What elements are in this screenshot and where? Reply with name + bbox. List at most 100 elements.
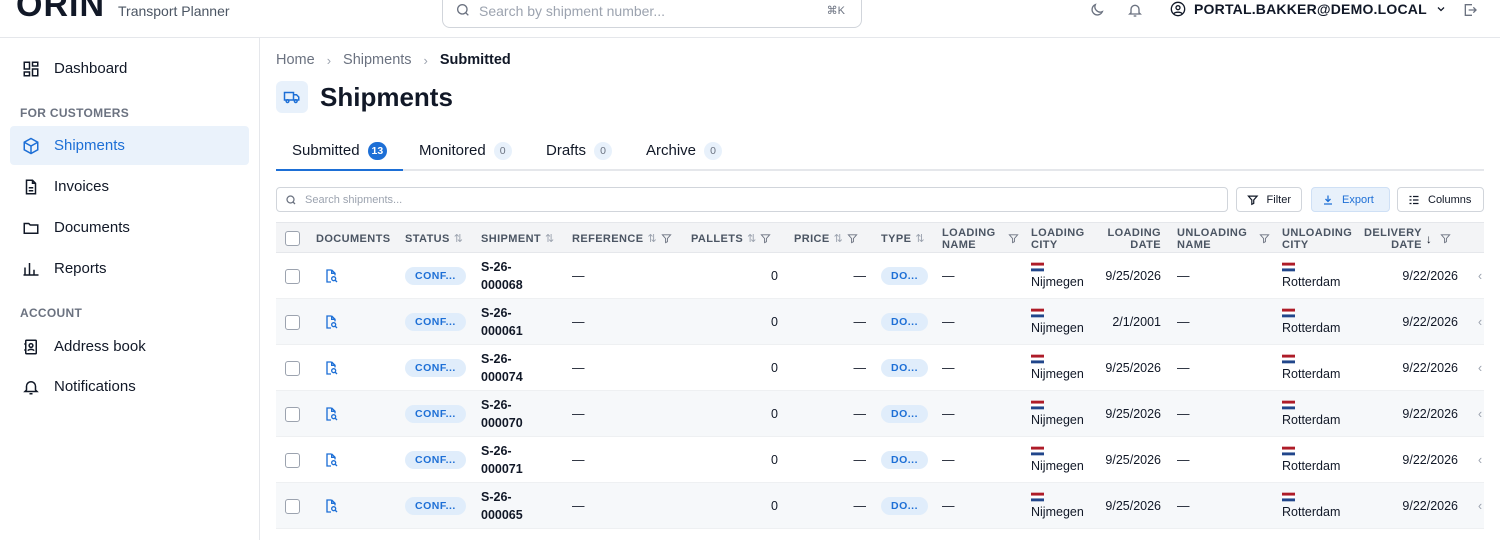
col-pallets[interactable]: PALLETS ⇅: [691, 223, 771, 254]
user-menu[interactable]: PORTAL.BAKKER@DEMO.LOCAL: [1170, 1, 1447, 17]
shipment-number-prefix: S-26-: [481, 444, 512, 458]
document-search-icon[interactable]: [323, 360, 339, 376]
sidebar-item-dashboard[interactable]: Dashboard: [10, 49, 249, 88]
netherlands-flag-icon: [1031, 354, 1044, 364]
document-search-icon[interactable]: [323, 498, 339, 514]
col-unloading-name[interactable]: UNLOADING NAME: [1177, 223, 1270, 254]
document-search-icon[interactable]: [323, 268, 339, 284]
bell-icon[interactable]: [1127, 2, 1143, 18]
document-search-icon[interactable]: [323, 406, 339, 422]
sort-icon[interactable]: ⇅: [545, 233, 554, 245]
col-loading-city[interactable]: LOADING CITY: [1031, 223, 1085, 254]
col-unloading-city[interactable]: UNLOADING CITY: [1282, 223, 1352, 254]
col-loading-name[interactable]: LOADING NAME: [942, 223, 1019, 254]
filter-button[interactable]: Filter: [1236, 187, 1302, 212]
sidebar-item-invoices[interactable]: Invoices: [10, 167, 249, 206]
row-shipment[interactable]: S-26- 000074: [481, 345, 523, 391]
row-shipment[interactable]: S-26- 000065: [481, 483, 523, 529]
col-delivery-date[interactable]: DELIVERY DATE ↓: [1364, 223, 1451, 254]
sort-icon[interactable]: ⇅: [915, 233, 924, 245]
sidebar-item-reports[interactable]: Reports: [10, 249, 249, 288]
row-checkbox[interactable]: [285, 299, 300, 345]
filter-icon[interactable]: [1007, 233, 1019, 244]
filter-icon[interactable]: [661, 233, 672, 244]
tab-drafts[interactable]: Drafts 0: [546, 138, 613, 171]
row-delivery-date: 9/22/2026: [1402, 315, 1458, 329]
shipment-number-suffix: 000061: [481, 324, 523, 338]
sidebar-item-documents[interactable]: Documents: [10, 208, 249, 247]
document-search-icon[interactable]: [323, 314, 339, 330]
col-loading-date[interactable]: LOADING DATE: [1096, 223, 1161, 254]
col-label-line: LOADING: [1031, 226, 1085, 239]
sidebar-item-shipments[interactable]: Shipments: [10, 126, 249, 165]
shipment-number-suffix: 000065: [481, 508, 523, 522]
row-documents: [323, 391, 339, 437]
columns-button[interactable]: Columns: [1397, 187, 1484, 212]
shipments-search-input[interactable]: Search shipments...: [276, 187, 1228, 212]
row-shipment[interactable]: S-26- 000061: [481, 299, 523, 345]
row-actions-icon[interactable]: ‹: [1478, 391, 1482, 437]
row-shipment[interactable]: S-26- 000068: [481, 253, 523, 299]
top-bar: ORIN Transport Planner Search by shipmen…: [0, 0, 1500, 38]
filter-icon[interactable]: [847, 233, 858, 244]
breadcrumb-shipments[interactable]: Shipments: [343, 52, 412, 68]
col-type[interactable]: TYPE ⇅: [881, 223, 925, 254]
tab-archive[interactable]: Archive 0: [646, 138, 723, 171]
sort-icon[interactable]: ⇅: [834, 233, 843, 245]
col-label: PALLETS: [691, 232, 744, 245]
row-actions-icon[interactable]: ‹: [1478, 437, 1482, 483]
row-checkbox[interactable]: [285, 391, 300, 437]
sort-icon[interactable]: ⇅: [454, 233, 463, 245]
sort-icon[interactable]: ⇅: [747, 233, 756, 245]
global-search[interactable]: Search by shipment number... ⌘K: [442, 0, 862, 28]
export-button[interactable]: Export: [1311, 187, 1390, 212]
row-shipment[interactable]: S-26- 000070: [481, 391, 523, 437]
netherlands-flag-icon: [1031, 308, 1044, 318]
col-reference[interactable]: REFERENCE ⇅: [572, 223, 672, 254]
unloading-city-name: Rotterdam: [1282, 321, 1341, 335]
table-row[interactable]: CONF... S-26- 000065 — 0 — DO... — Nijmegen 9/25/…: [276, 483, 1484, 529]
col-label: LOADING CITY: [1031, 227, 1085, 251]
filter-icon[interactable]: [1440, 233, 1451, 244]
filter-icon[interactable]: [1259, 233, 1270, 244]
moon-icon[interactable]: [1089, 2, 1105, 18]
sort-desc-icon[interactable]: ↓: [1426, 233, 1432, 245]
table-row[interactable]: CONF... S-26- 000074 — 0 — DO... — Nijmegen 9/25/…: [276, 345, 1484, 391]
col-label-line: UNLOADING: [1177, 226, 1248, 239]
table-row[interactable]: CONF... S-26- 000061 — 0 — DO... — Nijmegen 2/1/2…: [276, 299, 1484, 345]
row-loading-name: —: [942, 453, 955, 467]
tab-submitted[interactable]: Submitted 13: [276, 138, 403, 171]
tab-count-badge: 0: [704, 142, 723, 160]
filter-icon[interactable]: [760, 233, 771, 244]
row-actions-icon[interactable]: ‹: [1478, 345, 1482, 391]
tab-monitored[interactable]: Monitored 0: [419, 138, 512, 171]
page-title: Shipments: [320, 81, 453, 112]
sort-icon[interactable]: ⇅: [647, 233, 656, 245]
col-shipment[interactable]: SHIPMENT ⇅: [481, 223, 554, 254]
row-actions-icon[interactable]: ‹: [1478, 253, 1482, 299]
loading-city-name: Nijmegen: [1031, 275, 1084, 289]
table-row[interactable]: CONF... S-26- 000068 — 0 — DO... — Nijmegen 9/25/…: [276, 253, 1484, 299]
row-checkbox[interactable]: [285, 483, 300, 529]
document-search-icon[interactable]: [323, 452, 339, 468]
row-actions-icon[interactable]: ‹: [1478, 483, 1482, 529]
row-shipment[interactable]: S-26- 000071: [481, 437, 523, 483]
table-row[interactable]: CONF... S-26- 000070 — 0 — DO... — Nijmegen 9/25/…: [276, 391, 1484, 437]
row-checkbox[interactable]: [285, 437, 300, 483]
breadcrumb-home[interactable]: Home: [276, 52, 315, 68]
col-status[interactable]: STATUS ⇅: [405, 223, 463, 254]
logout-icon[interactable]: [1462, 2, 1478, 18]
select-all-checkbox[interactable]: [285, 223, 300, 254]
sidebar-item-address-book[interactable]: Address book: [10, 327, 249, 366]
col-label: LOADING NAME: [942, 227, 996, 251]
sidebar-section-account: ACCOUNT: [20, 306, 83, 320]
table-row[interactable]: CONF... S-26- 000071 — 0 — DO... — Nijmegen 9/25/…: [276, 437, 1484, 483]
columns-label: Columns: [1428, 193, 1472, 206]
col-label-line: DATE: [1391, 238, 1422, 251]
row-checkbox[interactable]: [285, 345, 300, 391]
row-actions-icon[interactable]: ‹: [1478, 299, 1482, 345]
row-checkbox[interactable]: [285, 253, 300, 299]
app-logo[interactable]: ORIN: [16, 0, 105, 25]
sidebar-item-notifications[interactable]: Notifications: [10, 367, 249, 406]
col-price[interactable]: PRICE ⇅: [794, 223, 858, 254]
